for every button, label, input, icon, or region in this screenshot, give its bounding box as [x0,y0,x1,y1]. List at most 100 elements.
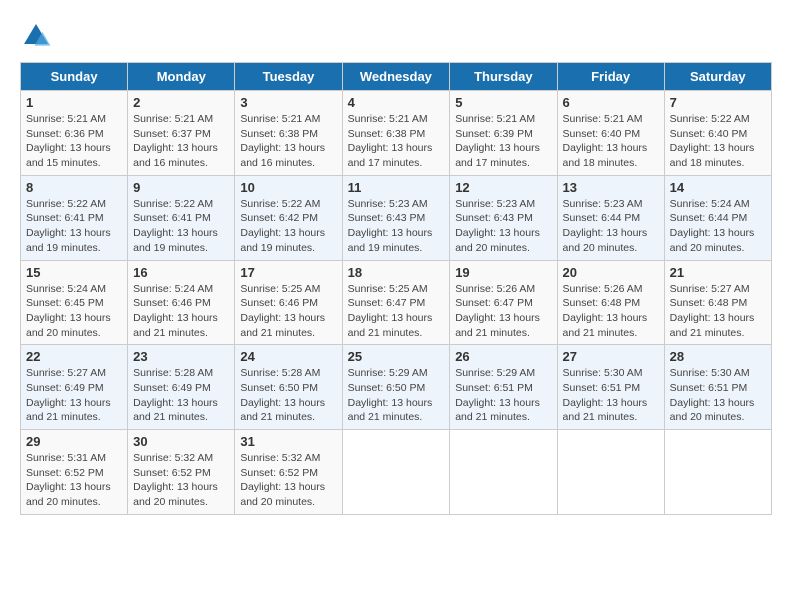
day-number: 21 [670,265,766,280]
calendar-cell: 6 Sunrise: 5:21 AM Sunset: 6:40 PM Daylig… [557,91,664,176]
calendar-cell: 3Sunrise: 5:21 AM Sunset: 6:38 PM Daylig… [235,91,342,176]
calendar-cell: 2Sunrise: 5:21 AM Sunset: 6:37 PM Daylig… [128,91,235,176]
day-info: Sunrise: 5:23 AM Sunset: 6:43 PM Dayligh… [348,197,445,256]
day-number: 19 [455,265,551,280]
calendar-cell: 31 Sunrise: 5:32 AM Sunset: 6:52 PM Dayli… [235,430,342,515]
calendar-cell: 30 Sunrise: 5:32 AM Sunset: 6:52 PM Dayli… [128,430,235,515]
calendar-cell: 1 Sunrise: 5:21 AM Sunset: 6:36 PM Daylig… [21,91,128,176]
calendar-cell: 11 Sunrise: 5:23 AM Sunset: 6:43 PM Dayli… [342,175,450,260]
calendar-cell: 4 Sunrise: 5:21 AM Sunset: 6:38 PM Daylig… [342,91,450,176]
calendar-cell: 15Sunrise: 5:24 AM Sunset: 6:45 PM Dayli… [21,260,128,345]
day-of-week-header: Sunday [21,63,128,91]
calendar-cell: 5 Sunrise: 5:21 AM Sunset: 6:39 PM Daylig… [450,91,557,176]
day-info: Sunrise: 5:29 AM Sunset: 6:51 PM Dayligh… [455,366,551,425]
day-number: 5 [455,95,551,110]
day-info: Sunrise: 5:21 AM Sunset: 6:40 PM Dayligh… [563,112,659,171]
calendar-cell: 14 Sunrise: 5:24 AM Sunset: 6:44 PM Dayli… [664,175,771,260]
calendar-cell [450,430,557,515]
calendar-cell: 17 Sunrise: 5:25 AM Sunset: 6:46 PM Dayli… [235,260,342,345]
day-info: Sunrise: 5:24 AM Sunset: 6:46 PM Dayligh… [133,282,229,341]
calendar-cell: 23 Sunrise: 5:28 AM Sunset: 6:49 PM Dayli… [128,345,235,430]
day-number: 26 [455,349,551,364]
day-info: Sunrise: 5:21 AM Sunset: 6:37 PM Dayligh… [133,112,229,171]
calendar-cell [342,430,450,515]
day-number: 20 [563,265,659,280]
day-info: Sunrise: 5:32 AM Sunset: 6:52 PM Dayligh… [133,451,229,510]
calendar-cell: 24Sunrise: 5:28 AM Sunset: 6:50 PM Dayli… [235,345,342,430]
day-number: 6 [563,95,659,110]
calendar-table: SundayMondayTuesdayWednesdayThursdayFrid… [20,62,772,515]
calendar-cell: 12Sunrise: 5:23 AM Sunset: 6:43 PM Dayli… [450,175,557,260]
day-info: Sunrise: 5:26 AM Sunset: 6:47 PM Dayligh… [455,282,551,341]
day-info: Sunrise: 5:25 AM Sunset: 6:47 PM Dayligh… [348,282,445,341]
day-info: Sunrise: 5:21 AM Sunset: 6:38 PM Dayligh… [348,112,445,171]
day-info: Sunrise: 5:27 AM Sunset: 6:48 PM Dayligh… [670,282,766,341]
calendar-cell: 13 Sunrise: 5:23 AM Sunset: 6:44 PM Dayli… [557,175,664,260]
day-info: Sunrise: 5:21 AM Sunset: 6:36 PM Dayligh… [26,112,122,171]
page-header [20,20,772,52]
day-of-week-header: Wednesday [342,63,450,91]
calendar-cell: 9Sunrise: 5:22 AM Sunset: 6:41 PM Daylig… [128,175,235,260]
day-number: 14 [670,180,766,195]
calendar-cell [664,430,771,515]
day-of-week-header: Saturday [664,63,771,91]
calendar-cell: 21 Sunrise: 5:27 AM Sunset: 6:48 PM Dayli… [664,260,771,345]
day-number: 31 [240,434,336,449]
day-number: 13 [563,180,659,195]
logo [20,20,56,52]
day-info: Sunrise: 5:30 AM Sunset: 6:51 PM Dayligh… [563,366,659,425]
calendar-cell: 20 Sunrise: 5:26 AM Sunset: 6:48 PM Dayli… [557,260,664,345]
day-info: Sunrise: 5:28 AM Sunset: 6:50 PM Dayligh… [240,366,336,425]
calendar-cell: 8Sunrise: 5:22 AM Sunset: 6:41 PM Daylig… [21,175,128,260]
day-number: 22 [26,349,122,364]
calendar-week-row: 1 Sunrise: 5:21 AM Sunset: 6:36 PM Daylig… [21,91,772,176]
day-number: 10 [240,180,336,195]
day-info: Sunrise: 5:21 AM Sunset: 6:39 PM Dayligh… [455,112,551,171]
calendar-week-row: 15Sunrise: 5:24 AM Sunset: 6:45 PM Dayli… [21,260,772,345]
day-info: Sunrise: 5:23 AM Sunset: 6:43 PM Dayligh… [455,197,551,256]
day-info: Sunrise: 5:25 AM Sunset: 6:46 PM Dayligh… [240,282,336,341]
day-number: 9 [133,180,229,195]
day-number: 27 [563,349,659,364]
calendar-cell: 29Sunrise: 5:31 AM Sunset: 6:52 PM Dayli… [21,430,128,515]
calendar-cell: 7Sunrise: 5:22 AM Sunset: 6:40 PM Daylig… [664,91,771,176]
calendar-cell [557,430,664,515]
days-of-week-row: SundayMondayTuesdayWednesdayThursdayFrid… [21,63,772,91]
calendar-week-row: 22 Sunrise: 5:27 AM Sunset: 6:49 PM Dayli… [21,345,772,430]
day-info: Sunrise: 5:29 AM Sunset: 6:50 PM Dayligh… [348,366,445,425]
calendar-cell: 28 Sunrise: 5:30 AM Sunset: 6:51 PM Dayli… [664,345,771,430]
day-info: Sunrise: 5:30 AM Sunset: 6:51 PM Dayligh… [670,366,766,425]
day-number: 23 [133,349,229,364]
logo-icon [20,20,52,52]
day-info: Sunrise: 5:24 AM Sunset: 6:44 PM Dayligh… [670,197,766,256]
day-number: 30 [133,434,229,449]
day-number: 25 [348,349,445,364]
day-info: Sunrise: 5:21 AM Sunset: 6:38 PM Dayligh… [240,112,336,171]
calendar-cell: 22 Sunrise: 5:27 AM Sunset: 6:49 PM Dayli… [21,345,128,430]
day-info: Sunrise: 5:23 AM Sunset: 6:44 PM Dayligh… [563,197,659,256]
calendar-cell: 27 Sunrise: 5:30 AM Sunset: 6:51 PM Dayli… [557,345,664,430]
day-info: Sunrise: 5:22 AM Sunset: 6:41 PM Dayligh… [26,197,122,256]
calendar-week-row: 29Sunrise: 5:31 AM Sunset: 6:52 PM Dayli… [21,430,772,515]
day-info: Sunrise: 5:31 AM Sunset: 6:52 PM Dayligh… [26,451,122,510]
calendar-cell: 16 Sunrise: 5:24 AM Sunset: 6:46 PM Dayli… [128,260,235,345]
day-info: Sunrise: 5:22 AM Sunset: 6:40 PM Dayligh… [670,112,766,171]
day-number: 1 [26,95,122,110]
day-number: 16 [133,265,229,280]
day-info: Sunrise: 5:28 AM Sunset: 6:49 PM Dayligh… [133,366,229,425]
day-info: Sunrise: 5:26 AM Sunset: 6:48 PM Dayligh… [563,282,659,341]
day-info: Sunrise: 5:24 AM Sunset: 6:45 PM Dayligh… [26,282,122,341]
day-info: Sunrise: 5:27 AM Sunset: 6:49 PM Dayligh… [26,366,122,425]
calendar-cell: 25 Sunrise: 5:29 AM Sunset: 6:50 PM Dayli… [342,345,450,430]
day-of-week-header: Tuesday [235,63,342,91]
day-of-week-header: Monday [128,63,235,91]
day-number: 28 [670,349,766,364]
day-number: 4 [348,95,445,110]
day-number: 17 [240,265,336,280]
day-number: 11 [348,180,445,195]
day-of-week-header: Thursday [450,63,557,91]
calendar-week-row: 8Sunrise: 5:22 AM Sunset: 6:41 PM Daylig… [21,175,772,260]
day-number: 18 [348,265,445,280]
calendar-body: 1 Sunrise: 5:21 AM Sunset: 6:36 PM Daylig… [21,91,772,515]
day-info: Sunrise: 5:32 AM Sunset: 6:52 PM Dayligh… [240,451,336,510]
